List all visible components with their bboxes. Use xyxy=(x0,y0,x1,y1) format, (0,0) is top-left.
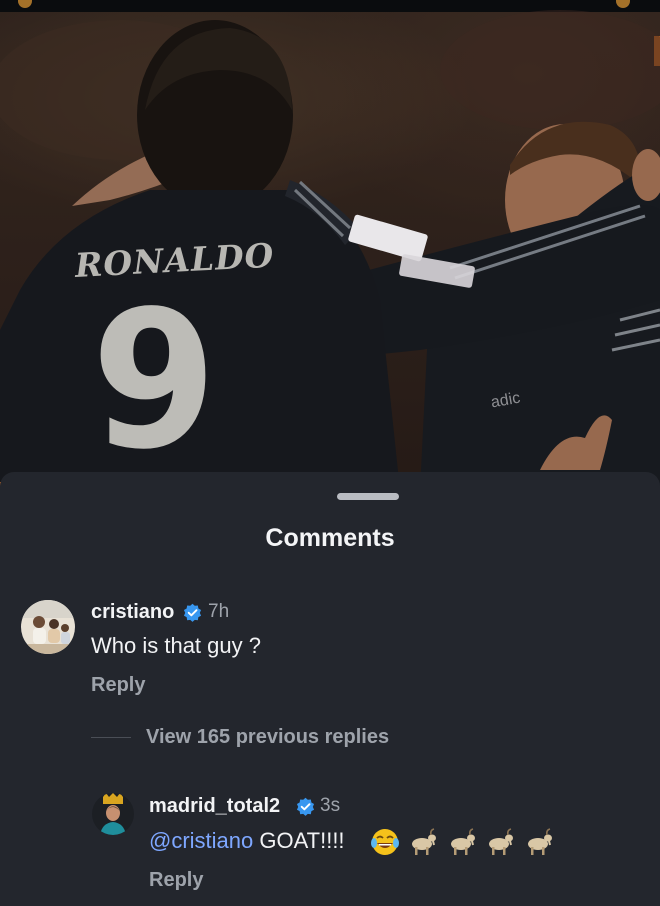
comments-sheet: Comments cristiano 7h Who is that guy ? … xyxy=(0,472,660,906)
sheet-title: Comments xyxy=(265,524,395,552)
reply-text: @cristiano GOAT!!!! xyxy=(149,828,345,854)
emoji-row xyxy=(370,827,558,857)
reply-button[interactable]: Reply xyxy=(91,674,145,697)
goat-icon xyxy=(450,828,475,855)
post-photo: RONALDO 9 adic xyxy=(0,0,660,490)
avatar[interactable] xyxy=(92,793,134,835)
goat-icon xyxy=(527,828,552,855)
view-previous-replies-button[interactable]: View 165 previous replies xyxy=(146,726,389,749)
avatar-image xyxy=(21,600,75,654)
reply-timestamp: 3s xyxy=(320,795,341,816)
replies-divider-line xyxy=(91,737,131,738)
comment-text: Who is that guy ? xyxy=(91,633,261,658)
face-with-tears-of-joy-icon xyxy=(371,829,399,855)
reply-button[interactable]: Reply xyxy=(149,869,203,892)
mention-link[interactable]: @cristiano xyxy=(149,828,253,853)
verified-badge-icon xyxy=(296,797,315,816)
comment-timestamp: 7h xyxy=(208,601,230,622)
goat-icon xyxy=(412,828,437,855)
verified-badge-icon xyxy=(183,603,202,622)
avatar-image xyxy=(92,793,134,835)
jersey-number: 9 xyxy=(91,270,217,490)
comment-username[interactable]: cristiano xyxy=(91,601,174,624)
reply-username[interactable]: madrid_total2 xyxy=(149,795,280,818)
reply-body: GOAT!!!! xyxy=(259,828,345,853)
comments-screen: RONALDO 9 adic Comments cristiano 7h Who… xyxy=(0,0,660,906)
goat-icon xyxy=(489,828,514,855)
sheet-drag-handle[interactable] xyxy=(337,493,399,500)
avatar[interactable] xyxy=(21,600,75,654)
